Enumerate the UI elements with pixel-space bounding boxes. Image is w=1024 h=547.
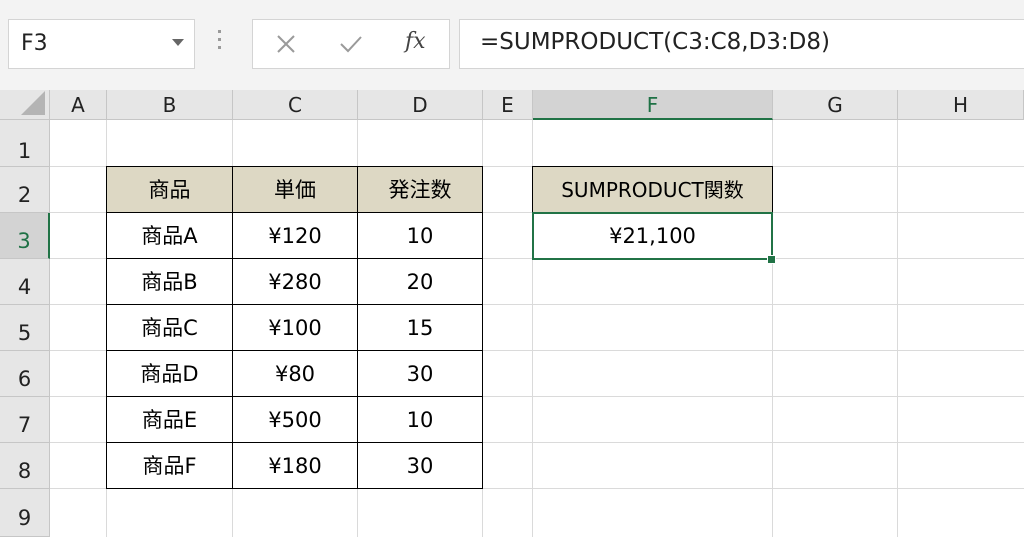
name-box[interactable]: F3	[8, 19, 195, 69]
row-header-2[interactable]: 2	[0, 167, 50, 213]
fx-icon[interactable]: fx	[405, 29, 426, 54]
column-header-a[interactable]: A	[50, 90, 107, 120]
row-header-4[interactable]: 4	[0, 259, 50, 305]
column-header-b[interactable]: B	[107, 90, 233, 120]
check-icon[interactable]	[333, 26, 369, 62]
table-header-product[interactable]: 商品	[106, 166, 233, 213]
gridline	[897, 120, 898, 537]
row-header-8[interactable]: 8	[0, 443, 50, 489]
result-header[interactable]: SUMPRODUCT関数	[532, 166, 773, 213]
result-cell[interactable]: ¥21,100	[532, 212, 773, 260]
row-header-6[interactable]: 6	[0, 351, 50, 397]
table-cell[interactable]: 20	[357, 258, 483, 305]
table-cell[interactable]: 商品A	[106, 212, 233, 259]
drag-handle-icon[interactable]	[218, 30, 222, 58]
table-header-quantity[interactable]: 発注数	[357, 166, 483, 213]
table-cell[interactable]: ¥100	[232, 304, 358, 351]
x-icon[interactable]	[268, 26, 304, 62]
table-cell[interactable]: 10	[357, 212, 483, 259]
formula-text: =SUMPRODUCT(C3:C8,D3:D8)	[480, 29, 830, 55]
row-header-1[interactable]: 1	[0, 120, 50, 167]
table-cell[interactable]: 商品E	[106, 396, 233, 443]
column-header-f[interactable]: F	[533, 90, 773, 120]
formula-buttons: fx	[252, 19, 450, 69]
column-header-g[interactable]: G	[773, 90, 898, 120]
table-cell[interactable]: 30	[357, 442, 483, 489]
row-header-9[interactable]: 9	[0, 489, 50, 537]
table-cell[interactable]: 商品B	[106, 258, 233, 305]
column-header-h[interactable]: H	[898, 90, 1024, 120]
table-cell[interactable]: 15	[357, 304, 483, 351]
table-header-price[interactable]: 単価	[232, 166, 358, 213]
table-cell[interactable]: ¥180	[232, 442, 358, 489]
table-cell[interactable]: 商品D	[106, 350, 233, 397]
row-header-3[interactable]: 3	[0, 213, 50, 259]
table-cell[interactable]: 商品C	[106, 304, 233, 351]
table-cell[interactable]: ¥120	[232, 212, 358, 259]
column-header-e[interactable]: E	[483, 90, 533, 120]
formula-toolbar: F3 fx =SUMPRODUCT(C3:C8,D3:D8)	[0, 0, 1024, 90]
table-cell[interactable]: 30	[357, 350, 483, 397]
table-cell[interactable]: 商品F	[106, 442, 233, 489]
table-cell[interactable]: ¥500	[232, 396, 358, 443]
column-header-d[interactable]: D	[358, 90, 483, 120]
table-cell[interactable]: ¥80	[232, 350, 358, 397]
column-header-c[interactable]: C	[233, 90, 358, 120]
fill-handle[interactable]	[767, 255, 776, 264]
name-box-value: F3	[21, 31, 48, 56]
select-all-button[interactable]	[0, 90, 50, 120]
formula-input[interactable]: =SUMPRODUCT(C3:C8,D3:D8)	[459, 19, 1024, 69]
table-cell[interactable]: 10	[357, 396, 483, 443]
row-header-7[interactable]: 7	[0, 397, 50, 443]
row-header-5[interactable]: 5	[0, 305, 50, 351]
chevron-down-icon[interactable]	[172, 39, 184, 46]
table-cell[interactable]: ¥280	[232, 258, 358, 305]
